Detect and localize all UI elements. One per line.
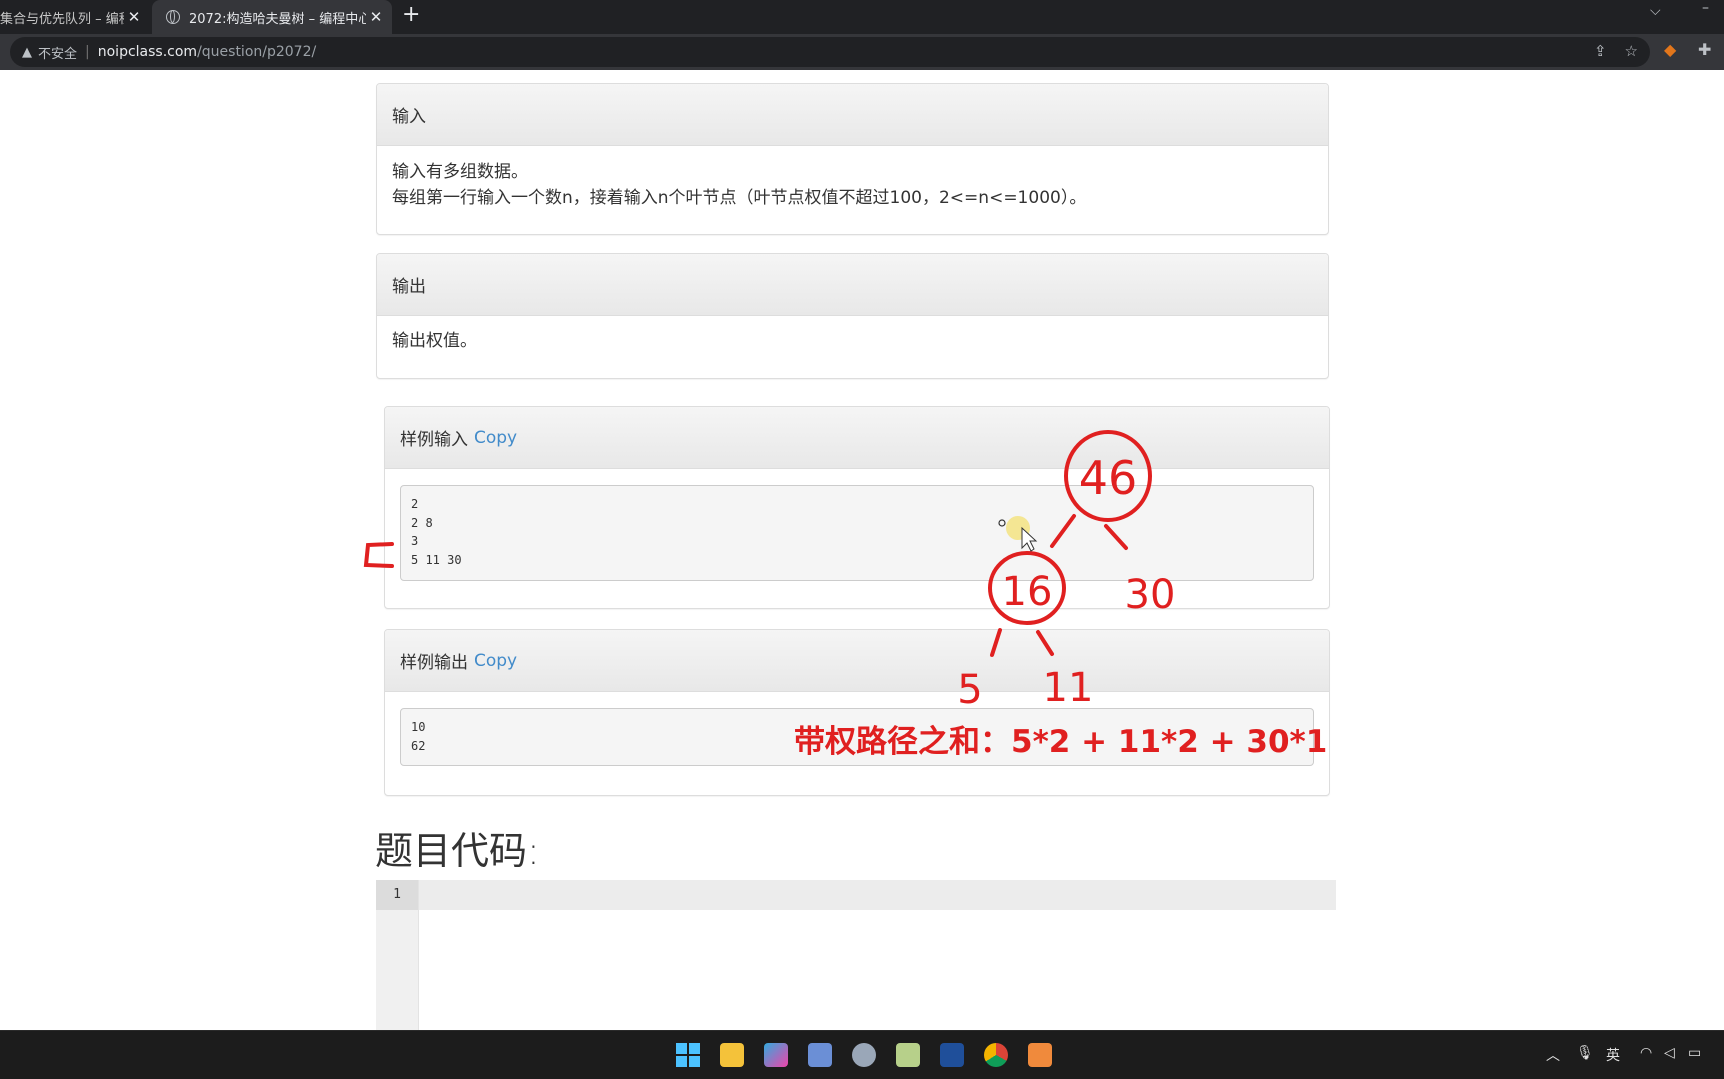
extensions-puzzle-icon[interactable]: ✚	[1698, 40, 1711, 59]
recorder-app-icon[interactable]	[1028, 1043, 1052, 1067]
new-tab-button[interactable]: +	[402, 2, 420, 27]
output-text: 输出权值。	[392, 331, 477, 351]
security-label[interactable]: 不安全	[38, 43, 77, 62]
app-icon[interactable]	[764, 1043, 788, 1067]
code-editor[interactable]: 1	[376, 880, 1336, 1030]
file-explorer-icon[interactable]	[720, 1043, 744, 1067]
panel-title: 输入	[392, 107, 426, 127]
globe-icon	[166, 10, 180, 24]
bookmark-star-icon[interactable]: ☆	[1625, 42, 1638, 60]
tab-active[interactable]: 2072:构造哈夫曼树 – 编程中心 ✕	[152, 0, 392, 34]
panel-title: 样例输出	[400, 653, 468, 673]
url-host[interactable]: noipclass.com	[98, 44, 197, 60]
volume-icon[interactable]: ◁	[1664, 1045, 1675, 1061]
line-number: 1	[376, 880, 418, 910]
chrome-icon[interactable]	[984, 1043, 1008, 1067]
close-tab-icon[interactable]: ✕	[366, 8, 386, 26]
microphone-icon[interactable]: 🎙	[1576, 1045, 1594, 1061]
panel-heading: 样例输入 Copy	[385, 407, 1329, 469]
output-panel: 输出 输出权值。	[376, 253, 1329, 379]
ime-indicator[interactable]: 英	[1606, 1045, 1620, 1065]
battery-icon[interactable]: ▭	[1688, 1045, 1701, 1061]
panel-body: 输入有多组数据。 每组第一行输入一个数n，接着输入n个叶节点（叶节点权值不超过1…	[377, 146, 1328, 223]
tab-title: 2072:构造哈夫曼树 – 编程中心	[189, 11, 366, 27]
sample-input-panel: 样例输入 Copy 2 2 8 3 5 11 30	[384, 406, 1330, 609]
input-panel: 输入 输入有多组数据。 每组第一行输入一个数n，接着输入n个叶节点（叶节点权值不…	[376, 83, 1329, 235]
input-line: 每组第一行输入一个数n，接着输入n个叶节点（叶节点权值不超过100，2<=n<=…	[392, 188, 1087, 208]
drawing-app-icon[interactable]	[896, 1043, 920, 1067]
panel-body: 输出权值。	[377, 316, 1328, 366]
start-menu-icon[interactable]	[676, 1043, 700, 1067]
panel-body: 2 2 8 3 5 11 30	[385, 469, 1329, 581]
sample-input-code: 2 2 8 3 5 11 30	[400, 485, 1314, 581]
panel-heading: 输出	[377, 254, 1328, 316]
address-bar: ▲ 不安全 | noipclass.com/question/p2072/ ⇪ …	[0, 34, 1724, 70]
sample-output-code: 10 62	[400, 708, 1314, 766]
close-tab-icon[interactable]: ✕	[124, 8, 144, 26]
active-line[interactable]	[419, 880, 1336, 910]
panel-title: 样例输入	[400, 430, 468, 450]
metamask-extension-icon[interactable]: ◆	[1664, 40, 1676, 59]
media-app-icon[interactable]	[852, 1043, 876, 1067]
tab-search-chevron-icon[interactable]: ⌵	[1650, 3, 1661, 19]
tab-strip: 集合与优先队列 – 编程中 ✕ 2072:构造哈夫曼树 – 编程中心 ✕ + ⌵…	[0, 0, 1724, 34]
panel-heading: 输入	[377, 84, 1328, 146]
wifi-icon[interactable]: ◠	[1640, 1045, 1652, 1061]
network-app-icon[interactable]	[808, 1043, 832, 1067]
url-path[interactable]: /question/p2072/	[197, 44, 316, 60]
tab-inactive[interactable]: 集合与优先队列 – 编程中 ✕	[0, 0, 150, 34]
tab-title: 集合与优先队列 – 编程中	[0, 11, 124, 27]
dev-cpp-icon[interactable]	[940, 1043, 964, 1067]
panel-heading: 样例输出 Copy	[385, 630, 1329, 692]
share-icon[interactable]: ⇪	[1594, 42, 1607, 60]
panel-title: 输出	[392, 277, 426, 297]
minimize-window-icon[interactable]: –	[1702, 0, 1709, 16]
warning-icon[interactable]: ▲	[22, 45, 32, 60]
divider: |	[85, 44, 90, 60]
code-section-title: 题目代码:	[375, 829, 540, 873]
taskbar: ︿ 🎙 英 ◠ ◁ ▭	[0, 1030, 1724, 1079]
input-line: 输入有多组数据。	[392, 162, 528, 182]
panel-body: 10 62	[385, 692, 1329, 766]
copy-link[interactable]: Copy	[474, 651, 517, 671]
sample-output-panel: 样例输出 Copy 10 62	[384, 629, 1330, 796]
omnibox[interactable]: ▲ 不安全 | noipclass.com/question/p2072/ ⇪ …	[10, 37, 1650, 67]
copy-link[interactable]: Copy	[474, 428, 517, 448]
tray-chevron-icon[interactable]: ︿	[1546, 1045, 1560, 1065]
omnibox-actions: ⇪ ☆	[1594, 42, 1638, 60]
